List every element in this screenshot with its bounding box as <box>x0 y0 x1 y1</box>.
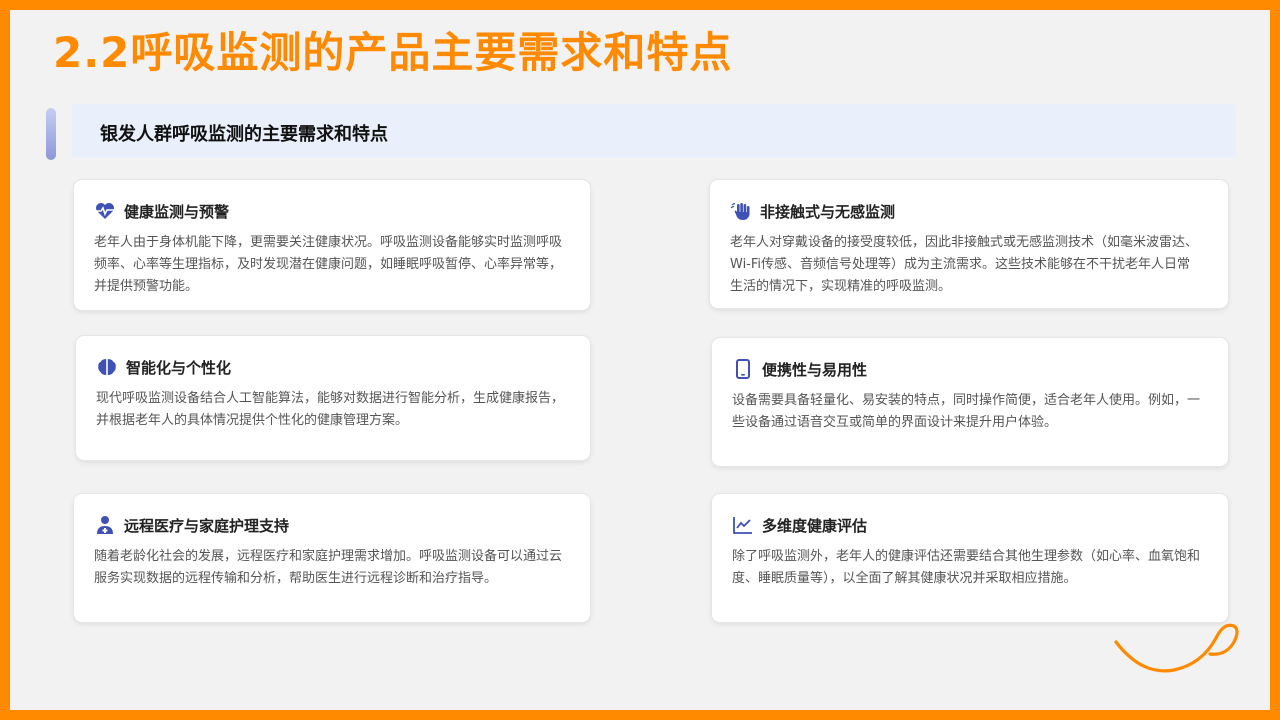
card-body: 老年人由于身体机能下降，更需要关注健康状况。呼吸监测设备能够实时监测呼吸频率、心… <box>94 235 563 294</box>
card-body: 随着老龄化社会的发展，远程医疗和家庭护理需求增加。呼吸监测设备可以通过云服务实现… <box>94 549 563 586</box>
card-health-monitoring: 健康监测与预警 老年人由于身体机能下降，更需要关注健康状况。呼吸监测设备能够实时… <box>74 180 590 310</box>
card-header: 便携性与易用性 <box>732 358 867 380</box>
line-chart-icon <box>732 514 754 536</box>
card-header: 健康监测与预警 <box>94 200 229 222</box>
card-header: 智能化与个性化 <box>96 356 231 378</box>
hand-wave-icon <box>730 200 752 222</box>
slide: 2.2呼吸监测的产品主要需求和特点 银发人群呼吸监测的主要需求和特点 健康监测与… <box>10 10 1270 710</box>
card-portability-usability: 便携性与易用性 设备需要具备轻量化、易安装的特点，同时操作简便，适合老年人使用。… <box>712 338 1228 466</box>
card-title: 智能化与个性化 <box>126 358 232 377</box>
slide-title: 2.2呼吸监测的产品主要需求和特点 <box>53 28 733 77</box>
subheader-accent-bar <box>46 108 56 160</box>
decorative-swoosh <box>1114 623 1239 673</box>
slide-subtitle: 银发人群呼吸监测的主要需求和特点 <box>100 124 388 145</box>
tablet-icon <box>732 358 754 380</box>
card-title: 远程医疗与家庭护理支持 <box>124 516 290 535</box>
card-body: 现代呼吸监测设备结合人工智能算法，能够对数据进行智能分析，生成健康报告，并根据老… <box>96 391 565 428</box>
card-contactless-monitoring: 非接触式与无感监测 老年人对穿戴设备的接受度较低，因此非接触式或无感监测技术（如… <box>710 180 1228 308</box>
card-remote-care: 远程医疗与家庭护理支持 随着老龄化社会的发展，远程医疗和家庭护理需求增加。呼吸监… <box>74 494 590 622</box>
heartbeat-icon <box>94 200 116 222</box>
doctor-icon <box>94 514 116 536</box>
card-title: 健康监测与预警 <box>124 202 230 221</box>
card-multidimensional-assessment: 多维度健康评估 除了呼吸监测外，老年人的健康评估还需要结合其他生理参数（如心率、… <box>712 494 1228 622</box>
card-intelligent-personalized: 智能化与个性化 现代呼吸监测设备结合人工智能算法，能够对数据进行智能分析，生成健… <box>76 336 590 460</box>
card-header: 非接触式与无感监测 <box>730 200 895 222</box>
card-title: 便携性与易用性 <box>762 360 868 379</box>
brain-icon <box>96 356 118 378</box>
card-header: 多维度健康评估 <box>732 514 867 536</box>
card-body: 设备需要具备轻量化、易安装的特点，同时操作简便，适合老年人使用。例如，一些设备通… <box>732 393 1201 430</box>
card-header: 远程医疗与家庭护理支持 <box>94 514 289 536</box>
card-body: 除了呼吸监测外，老年人的健康评估还需要结合其他生理参数（如心率、血氧饱和度、睡眠… <box>732 549 1201 586</box>
card-body: 老年人对穿戴设备的接受度较低，因此非接触式或无感监测技术（如毫米波雷达、Wi-F… <box>730 235 1199 294</box>
card-title: 多维度健康评估 <box>762 516 868 535</box>
card-title: 非接触式与无感监测 <box>760 202 896 221</box>
